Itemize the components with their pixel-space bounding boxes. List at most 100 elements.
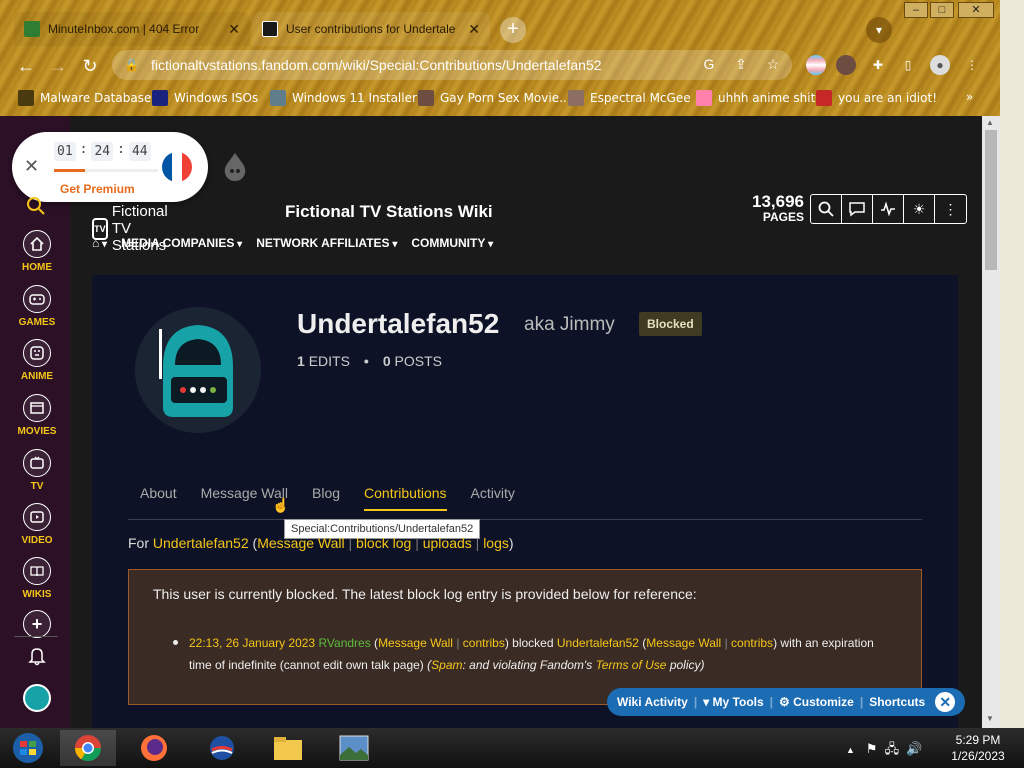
home-icon (23, 230, 51, 258)
search-icon[interactable] (26, 196, 46, 221)
theme-sun-icon[interactable]: ☀ (904, 195, 935, 223)
scrollbar-thumb[interactable] (985, 130, 997, 270)
rail-item-tv[interactable]: TV (0, 449, 74, 492)
rail-item-wikis[interactable]: WIKIS (0, 557, 74, 600)
wiki-activity-button[interactable]: Wiki Activity (617, 695, 688, 709)
rail-item-games[interactable]: GAMES (0, 285, 74, 328)
page-scrollbar[interactable]: ▲ ▼ (982, 116, 1000, 728)
nav-media-companies[interactable]: MEDIA COMPANIES (121, 236, 242, 250)
tab-about[interactable]: About (140, 485, 177, 511)
france-flag-icon[interactable] (162, 152, 192, 182)
chrome-taskbar-icon[interactable] (60, 730, 116, 766)
rail-item-video[interactable]: VIDEO (0, 503, 74, 546)
nav-community[interactable]: COMMUNITY (411, 236, 493, 250)
new-tab-button[interactable]: + (500, 17, 526, 43)
close-icon[interactable]: ✕ (24, 156, 39, 177)
window-close-button[interactable]: ✕ (958, 2, 994, 18)
bookmark-windows-11-installer[interactable]: Windows 11 Installer (270, 90, 417, 106)
wiki-title[interactable]: Fictional TV Stations Wiki (285, 202, 525, 222)
taskbar-clock[interactable]: 5:29 PM 1/26/2023 (940, 732, 1016, 764)
tab-minuteinbox[interactable]: MinuteInbox.com | 404 Error ✕ (14, 12, 250, 46)
posts-count[interactable]: 0 POSTS (383, 353, 442, 369)
forward-arrow-icon[interactable]: → (46, 56, 70, 77)
account-avatar-icon[interactable]: ● (930, 55, 950, 75)
rail-item-movies[interactable]: MOVIES (0, 394, 74, 437)
rail-create-button[interactable]: + (0, 610, 74, 642)
bell-icon (0, 646, 74, 669)
customize-button[interactable]: ⚙ Customize (779, 695, 854, 709)
edits-count[interactable]: 1 EDITS (297, 353, 350, 369)
sidebar-icon[interactable]: ▯ (898, 55, 918, 75)
block-log-link[interactable]: block log (356, 535, 411, 551)
search-icon[interactable] (811, 195, 842, 223)
reload-icon[interactable]: ↻ (78, 56, 102, 77)
tab-search-button[interactable]: ▾ (866, 17, 892, 43)
target-user-link[interactable]: Undertalefan52 (557, 636, 639, 650)
profile-tabs: About Message Wall Blog Contributions Ac… (140, 485, 515, 511)
target-contribs-link[interactable]: contribs (731, 636, 773, 650)
minimize-button[interactable]: – (904, 2, 928, 18)
volume-icon[interactable]: 🔊 (906, 741, 922, 756)
bookmark-star-icon[interactable]: ☆ (764, 56, 782, 74)
target-message-wall-link[interactable]: Message Wall (646, 636, 721, 650)
admin-contribs-link[interactable]: contribs (463, 636, 505, 650)
google-icon[interactable]: G (700, 56, 718, 74)
block-notice: This user is currently blocked. The late… (128, 569, 922, 705)
ie-taskbar-icon[interactable] (194, 730, 250, 766)
uploads-link[interactable]: uploads (423, 535, 472, 551)
bookmark-windows-isos[interactable]: Windows ISOs (152, 90, 258, 106)
close-icon[interactable]: ✕ (935, 692, 956, 712)
discussions-icon[interactable] (842, 195, 873, 223)
tab-close-icon[interactable]: ✕ (228, 21, 240, 38)
log-timestamp-link[interactable]: 22:13, 26 January 2023 (189, 636, 315, 650)
bookmark-label: Gay Porn Sex Movie... (440, 91, 571, 105)
user-link[interactable]: Undertalefan52 (153, 535, 249, 551)
profile-extension-icon[interactable] (836, 55, 856, 75)
firefox-taskbar-icon[interactable] (126, 730, 182, 766)
bookmarks-overflow-button[interactable]: » (966, 90, 973, 104)
bookmark-you-are-an-idiot[interactable]: you are an idiot! (816, 90, 937, 106)
rail-item-home[interactable]: HOME (0, 230, 74, 273)
more-options-icon[interactable]: ⋮ (935, 195, 966, 223)
spam-link[interactable]: Spam (431, 658, 462, 672)
scroll-down-icon[interactable]: ▼ (986, 714, 994, 723)
start-button[interactable] (8, 730, 48, 766)
get-premium-link[interactable]: Get Premium (60, 182, 135, 196)
bookmark-espectral-mcgee[interactable]: Espectral McGee (568, 90, 691, 106)
bookmark-malware-database[interactable]: Malware Database (18, 90, 151, 106)
photos-taskbar-icon[interactable] (326, 730, 382, 766)
fandom-home-menu[interactable]: ⌂ (92, 236, 107, 250)
rail-notifications-button[interactable] (0, 646, 74, 669)
admin-user-link[interactable]: RVandres (318, 636, 370, 650)
trans-flag-extension-icon[interactable] (806, 55, 826, 75)
scroll-up-icon[interactable]: ▲ (986, 118, 994, 127)
file-explorer-taskbar-icon[interactable] (260, 730, 316, 766)
tab-contributions[interactable]: User contributions for Undertale ✕ (252, 12, 490, 46)
back-arrow-icon[interactable]: ← (14, 56, 38, 77)
tab-close-icon[interactable]: ✕ (468, 21, 480, 38)
bookmark-anime[interactable]: uhhh anime shit (696, 90, 815, 106)
tab-contributions[interactable]: Contributions (364, 485, 447, 511)
tab-blog[interactable]: Blog (312, 485, 340, 511)
activity-icon[interactable] (873, 195, 904, 223)
puzzle-extensions-icon[interactable]: ✚ (868, 55, 888, 75)
admin-message-wall-link[interactable]: Message Wall (378, 636, 453, 650)
maximize-button[interactable]: □ (930, 2, 954, 18)
logs-link[interactable]: logs (483, 535, 509, 551)
nav-network-affiliates[interactable]: NETWORK AFFILIATES (256, 236, 397, 250)
kebab-menu-icon[interactable]: ⋮ (962, 55, 982, 75)
terms-of-use-link[interactable]: Terms of Use (596, 658, 667, 672)
tab-activity[interactable]: Activity (471, 485, 515, 511)
share-icon[interactable]: ⇪ (732, 56, 750, 74)
bookmarks-bar: Malware Database Windows ISOs Windows 11… (0, 84, 1000, 112)
my-tools-button[interactable]: ▾ My Tools (703, 695, 764, 709)
show-hidden-icons-icon[interactable]: ▲ (846, 745, 855, 755)
bookmark-gay-porn-sex-movie[interactable]: Gay Porn Sex Movie... (418, 90, 571, 106)
rail-item-anime[interactable]: ANIME (0, 339, 74, 382)
shortcuts-button[interactable]: Shortcuts (869, 695, 925, 709)
message-wall-link[interactable]: Message Wall (257, 535, 344, 551)
rail-user-avatar[interactable] (0, 684, 74, 712)
action-center-flag-icon[interactable]: ⚑ (866, 741, 878, 756)
address-bar[interactable]: 🔒 fictionaltvstations.fandom.com/wiki/Sp… (112, 50, 792, 80)
network-icon[interactable]: 🖧 (885, 741, 900, 756)
